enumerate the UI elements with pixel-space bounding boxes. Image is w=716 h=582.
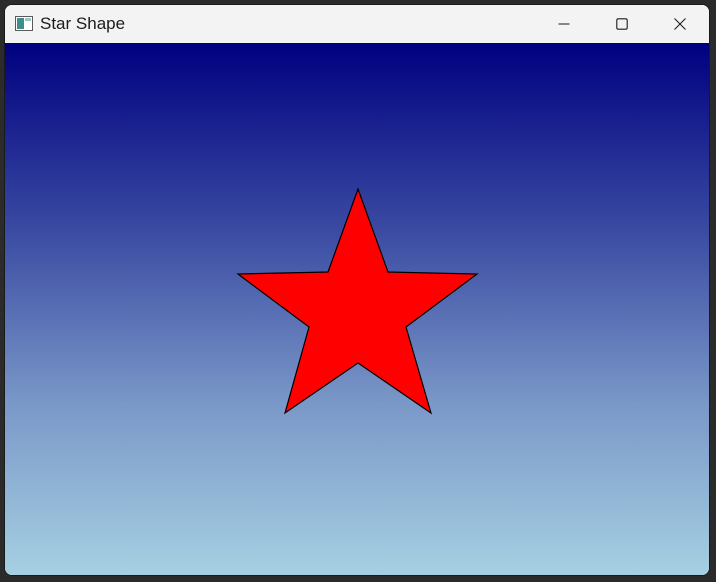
maximize-icon bbox=[616, 18, 628, 30]
minimize-button[interactable] bbox=[535, 5, 593, 43]
title-bar[interactable]: Star Shape bbox=[5, 5, 709, 43]
window-title: Star Shape bbox=[40, 14, 126, 33]
drawing-canvas[interactable] bbox=[5, 43, 709, 575]
close-icon bbox=[674, 18, 686, 30]
star-shape bbox=[236, 187, 479, 415]
application-window-icon bbox=[15, 16, 33, 31]
app-window: Star Shape bbox=[4, 4, 710, 576]
canvas-surface bbox=[236, 187, 479, 415]
maximize-button[interactable] bbox=[593, 5, 651, 43]
close-button[interactable] bbox=[651, 5, 709, 43]
minimize-icon bbox=[558, 23, 570, 25]
